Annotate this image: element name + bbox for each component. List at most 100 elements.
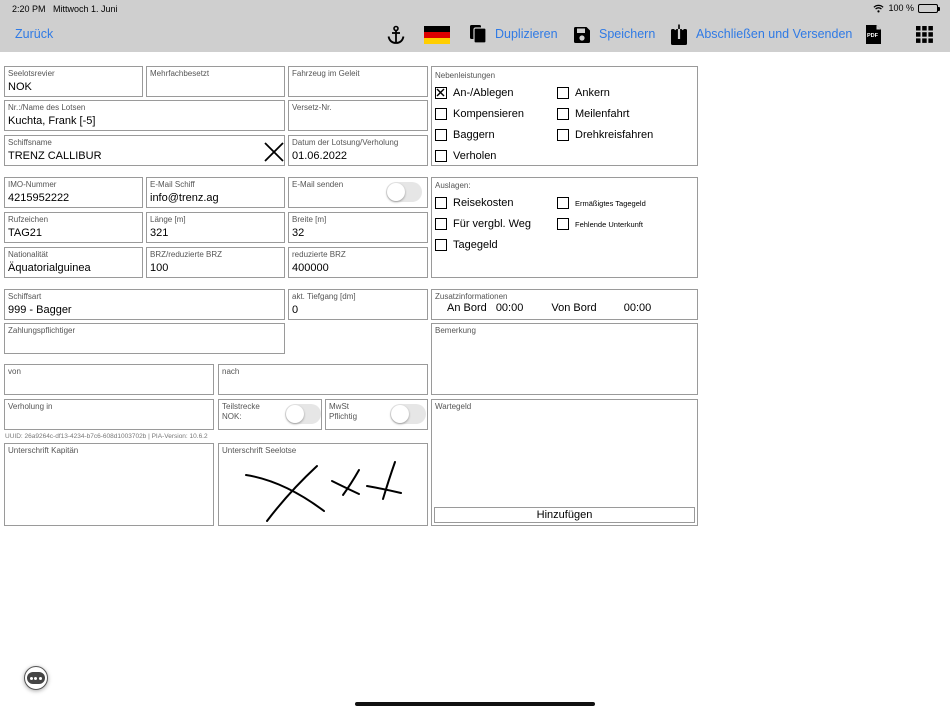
wifi-icon bbox=[873, 4, 885, 12]
laenge-field[interactable]: Länge [m] 321 bbox=[146, 212, 285, 243]
checkbox-baggern[interactable]: Baggern bbox=[435, 129, 495, 141]
von-field[interactable]: von bbox=[4, 364, 214, 395]
datum-label: Datum der Lotsung/Verholung bbox=[292, 138, 399, 147]
checkbox-drehkreisfahren-label: Drehkreisfahren bbox=[575, 129, 654, 141]
checkbox-an-ablegen[interactable]: An-/Ablegen bbox=[435, 87, 514, 99]
checkbox-fehlende-unterkunft-box[interactable] bbox=[557, 218, 569, 230]
unterschrift-seelotse-field[interactable]: Unterschrift Seelotse bbox=[218, 443, 428, 526]
battery-icon bbox=[918, 3, 940, 13]
reduzierte-brz-field[interactable]: reduzierte BRZ 400000 bbox=[288, 247, 428, 278]
zahlungspflichtiger-field[interactable]: Zahlungspflichtiger bbox=[4, 323, 285, 354]
status-right: 100 % bbox=[873, 3, 940, 13]
checkbox-ankern-box[interactable] bbox=[557, 87, 569, 99]
email-senden-field: E-Mail senden bbox=[288, 177, 428, 208]
checkbox-ankern[interactable]: Ankern bbox=[557, 87, 610, 99]
email-senden-toggle[interactable] bbox=[386, 182, 422, 202]
checkbox-meilenfahrt-box[interactable] bbox=[557, 108, 569, 120]
nationalitaet-label: Nationalität bbox=[8, 250, 49, 259]
fahrzeug-im-geleit-label: Fahrzeug im Geleit bbox=[292, 69, 360, 78]
tiefgang-field[interactable]: akt. Tiefgang [dm] 0 bbox=[288, 289, 428, 320]
email-schiff-label: E-Mail Schiff bbox=[150, 180, 195, 189]
duplicate-icon[interactable] bbox=[469, 24, 487, 44]
checkbox-kompensieren[interactable]: Kompensieren bbox=[435, 108, 524, 120]
checkbox-fehlende-unterkunft[interactable]: Fehlende Unterkunft bbox=[557, 218, 643, 230]
checkbox-reisekosten-label: Reisekosten bbox=[453, 197, 514, 209]
toolbar: Zurück Duplizieren Speichern Abschließen… bbox=[0, 18, 950, 52]
fahrzeug-im-geleit-field[interactable]: Fahrzeug im Geleit bbox=[288, 66, 428, 97]
seelotsrevier-label: Seelotsrevier bbox=[8, 69, 55, 78]
checkbox-reisekosten[interactable]: Reisekosten bbox=[435, 197, 514, 209]
seelotsrevier-field[interactable]: Seelotsrevier NOK bbox=[4, 66, 143, 97]
laenge-label: Länge [m] bbox=[150, 215, 186, 224]
nach-label: nach bbox=[222, 367, 240, 376]
status-bar: 2:20 PM Mittwoch 1. Juni 100 % bbox=[0, 0, 950, 18]
datum-field[interactable]: Datum der Lotsung/Verholung 01.06.2022 bbox=[288, 135, 428, 166]
verholung-in-field[interactable]: Verholung in bbox=[4, 399, 214, 430]
checkbox-fuer-vergbl-weg-label: Für vergbl. Weg bbox=[453, 218, 532, 230]
reduzierte-brz-value: 400000 bbox=[292, 262, 329, 274]
checkbox-fuer-vergbl-weg[interactable]: Für vergbl. Weg bbox=[435, 218, 531, 230]
checkbox-verholen[interactable]: Verholen bbox=[435, 150, 496, 162]
schiffsname-value: TRENZ CALLIBUR bbox=[8, 150, 102, 162]
bemerkung-field[interactable]: Bemerkung bbox=[431, 323, 698, 395]
checkbox-tagegeld[interactable]: Tagegeld bbox=[435, 239, 498, 251]
rufzeichen-field[interactable]: Rufzeichen TAG21 bbox=[4, 212, 143, 243]
mehrfachbesetzt-field[interactable]: Mehrfachbesetzt bbox=[146, 66, 285, 97]
save-icon[interactable] bbox=[573, 26, 591, 44]
breite-value: 32 bbox=[292, 227, 305, 239]
status-time: 2:20 PM bbox=[12, 4, 46, 14]
checkbox-meilenfahrt[interactable]: Meilenfahrt bbox=[557, 108, 629, 120]
save-button[interactable]: Speichern bbox=[599, 27, 655, 41]
checkbox-drehkreisfahren[interactable]: Drehkreisfahren bbox=[557, 129, 653, 141]
anchor-icon[interactable] bbox=[386, 25, 406, 45]
upload-icon[interactable] bbox=[670, 24, 688, 46]
duplicate-button[interactable]: Duplizieren bbox=[495, 27, 558, 41]
checkbox-fuer-vergbl-weg-box[interactable] bbox=[435, 218, 447, 230]
checkbox-ermaessigtes-tagegeld-box[interactable] bbox=[557, 197, 569, 209]
lotse-label: Nr.:/Name des Lotsen bbox=[8, 103, 86, 112]
imo-field[interactable]: IMO-Nummer 4215952222 bbox=[4, 177, 143, 208]
checkbox-ermaessigtes-tagegeld[interactable]: Ermäßigtes Tagegeld bbox=[557, 197, 646, 209]
schiffsart-field[interactable]: Schiffsart 999 - Bagger bbox=[4, 289, 285, 320]
mwst-toggle[interactable] bbox=[390, 404, 426, 424]
status-date: Mittwoch 1. Juni bbox=[53, 4, 118, 14]
teilstrecke-label-line1: Teilstrecke bbox=[222, 402, 260, 411]
lotse-field[interactable]: Nr.:/Name des Lotsen Kuchta, Frank [-5] bbox=[4, 100, 285, 131]
nationalitaet-field[interactable]: Nationalität Äquatorialguinea bbox=[4, 247, 143, 278]
back-button[interactable]: Zurück bbox=[15, 27, 53, 41]
clear-schiffsname-icon[interactable] bbox=[264, 142, 284, 162]
schiffsname-field[interactable]: Schiffsname TRENZ CALLIBUR bbox=[4, 135, 285, 166]
checkbox-kompensieren-box[interactable] bbox=[435, 108, 447, 120]
rufzeichen-label: Rufzeichen bbox=[8, 215, 49, 224]
rufzeichen-value: TAG21 bbox=[8, 227, 43, 239]
checkbox-verholen-label: Verholen bbox=[453, 150, 497, 162]
checkbox-baggern-box[interactable] bbox=[435, 129, 447, 141]
von-bord-value[interactable]: 00:00 bbox=[624, 302, 652, 314]
pdf-icon[interactable]: PDF bbox=[865, 24, 882, 45]
checkbox-drehkreisfahren-box[interactable] bbox=[557, 129, 569, 141]
grid-icon[interactable] bbox=[916, 26, 933, 43]
checkbox-tagegeld-box[interactable] bbox=[435, 239, 447, 251]
checkbox-reisekosten-box[interactable] bbox=[435, 197, 447, 209]
checkbox-meilenfahrt-label: Meilenfahrt bbox=[575, 108, 630, 120]
checkbox-an-ablegen-box[interactable] bbox=[435, 87, 447, 99]
an-bord-value[interactable]: 00:00 bbox=[496, 302, 524, 314]
email-senden-label: E-Mail senden bbox=[292, 180, 344, 189]
finish-send-button[interactable]: Abschließen und Versenden bbox=[696, 27, 852, 41]
add-wartegeld-button[interactable]: Hinzufügen bbox=[434, 507, 695, 523]
nebenleistungen-label: Nebenleistungen bbox=[435, 71, 496, 80]
zahlungspflichtiger-label: Zahlungspflichtiger bbox=[8, 326, 76, 335]
more-options-button[interactable] bbox=[24, 666, 48, 690]
email-schiff-field[interactable]: E-Mail Schiff info@trenz.ag bbox=[146, 177, 285, 208]
checkbox-ankern-label: Ankern bbox=[575, 87, 610, 99]
brz-field[interactable]: BRZ/reduzierte BRZ 100 bbox=[146, 247, 285, 278]
breite-field[interactable]: Breite [m] 32 bbox=[288, 212, 428, 243]
german-flag-icon[interactable] bbox=[424, 26, 450, 44]
checkbox-verholen-box[interactable] bbox=[435, 150, 447, 162]
unterschrift-kapitaen-field[interactable]: Unterschrift Kapitän bbox=[4, 443, 214, 526]
zusatz-row: An Bord 00:00 Von Bord 00:00 bbox=[447, 302, 651, 314]
versetz-nr-label: Versetz-Nr. bbox=[292, 103, 332, 112]
teilstrecke-toggle[interactable] bbox=[285, 404, 321, 424]
versetz-nr-field[interactable]: Versetz-Nr. bbox=[288, 100, 428, 131]
nach-field[interactable]: nach bbox=[218, 364, 428, 395]
